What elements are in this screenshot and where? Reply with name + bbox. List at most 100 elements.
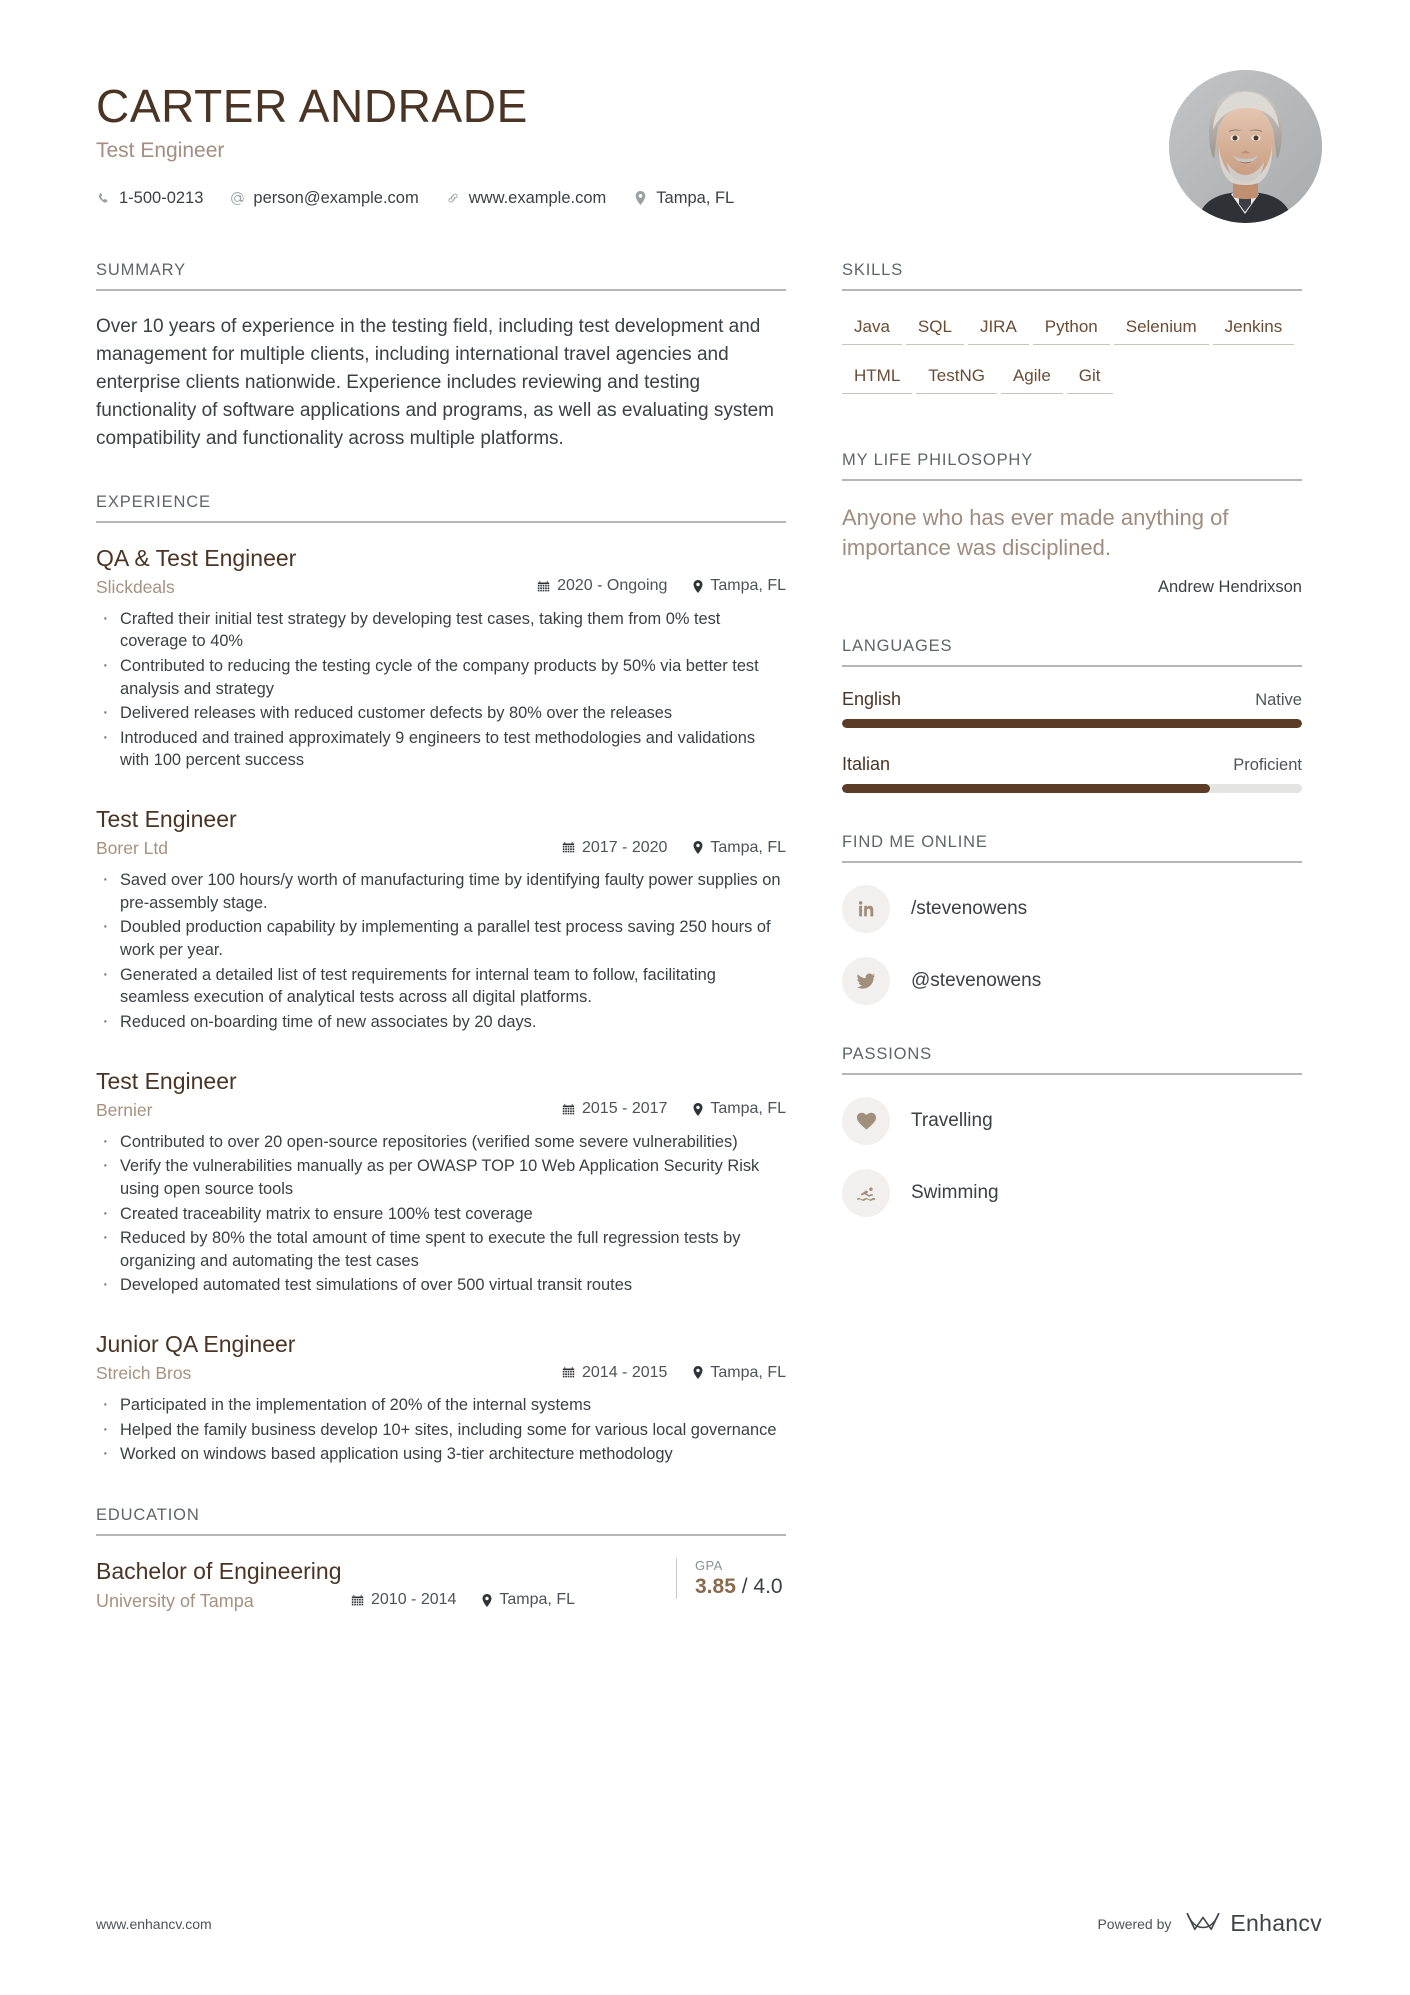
skills-section-title: SKILLS <box>842 261 1302 291</box>
skill-tag[interactable]: JIRA <box>967 313 1029 345</box>
location-pin-icon <box>693 1102 703 1116</box>
experience-bullet: Contributed to reducing the testing cycl… <box>96 652 786 700</box>
calendar-icon <box>537 580 550 593</box>
skill-tag[interactable]: Git <box>1066 362 1113 394</box>
education-meta: University of Tampa 2010 - 2014 Tampa, F… <box>96 1591 666 1612</box>
summary-text: Over 10 years of experience in the testi… <box>96 316 775 449</box>
experience-list: QA & Test Engineer Slickdeals 2020 - Ongoi… <box>96 545 786 1468</box>
experience-bullet: Generated a detailed list of test requir… <box>96 961 786 1009</box>
experience-role: Junior QA Engineer <box>96 1331 296 1358</box>
experience-location-value: Tampa, FL <box>710 577 786 595</box>
languages-section: LANGUAGES English Native Italian Proficient <box>842 637 1302 794</box>
contact-location: Tampa, FL <box>633 189 734 208</box>
experience-bullets: Crafted their initial test strategy by d… <box>96 605 786 772</box>
experience-bullets: Participated in the implementation of 20… <box>96 1391 786 1467</box>
education-degree: Bachelor of Engineering <box>96 1557 342 1584</box>
experience-company: Slickdeals <box>96 576 175 597</box>
header-left: CARTER ANDRADE Test Engineer 1-500-0213 … <box>96 70 734 208</box>
education-dates-value: 2010 - 2014 <box>371 1591 457 1609</box>
experience-location: Tampa, FL <box>693 1100 786 1118</box>
calendar-icon <box>562 1366 575 1379</box>
language-row: English Native <box>842 689 1302 710</box>
summary-section-title: SUMMARY <box>96 261 786 291</box>
language-row: Italian Proficient <box>842 754 1302 775</box>
swimmer-icon <box>842 1169 890 1218</box>
education-entry: Bachelor of Engineering University of Ta… <box>96 1557 786 1612</box>
skill-tag[interactable]: Python <box>1032 313 1110 345</box>
passions-list: Travelling Swimming <box>842 1097 1302 1218</box>
experience-dates: 2017 - 2020 <box>562 839 667 857</box>
philosophy-quote: Anyone who has ever made anything of imp… <box>842 505 1229 560</box>
experience-location: Tampa, FL <box>693 577 786 595</box>
social-handle: /stevenowens <box>911 898 1028 920</box>
experience-bullet: Worked on windows based application usin… <box>96 1440 786 1467</box>
experience-entry: Test Engineer Borer Ltd 2017 - 2020 Tampa, … <box>96 806 786 1035</box>
experience-bullet: Saved over 100 hours/y worth of manufact… <box>96 866 786 914</box>
summary-section: SUMMARY Over 10 years of experience in t… <box>96 261 786 453</box>
contact-email[interactable]: person@example.com <box>230 189 419 208</box>
find-me-online-section: FIND ME ONLINE /stevenowens @stevenowens <box>842 833 1302 1006</box>
phone-value: 1-500-0213 <box>119 188 204 207</box>
experience-bullet: Reduced on-boarding time of new associat… <box>96 1008 786 1035</box>
philosophy-section: MY LIFE PHILOSOPHY Anyone who has ever m… <box>842 451 1302 597</box>
education-dates: 2010 - 2014 <box>351 1591 456 1609</box>
experience-bullet: Reduced by 80% the total amount of time … <box>96 1224 786 1272</box>
social-link[interactable]: @stevenowens <box>842 957 1302 1006</box>
right-column: SKILLS Java SQL JIRA Python Selenium Jenkins H… <box>842 261 1302 1652</box>
skill-tag[interactable]: Java <box>842 313 902 345</box>
skills-list: Java SQL JIRA Python Selenium Jenkins HTML Test… <box>842 313 1302 411</box>
heart-icon <box>842 1097 890 1146</box>
experience-bullet: Introduced and trained approximately 9 e… <box>96 724 786 772</box>
social-list: /stevenowens @stevenowens <box>842 885 1302 1006</box>
experience-bullet: Verify the vulnerabilities manually as p… <box>96 1152 786 1200</box>
contact-website[interactable]: www.example.com <box>446 189 606 208</box>
skill-tag[interactable]: TestNG <box>916 362 997 394</box>
contact-phone[interactable]: 1-500-0213 <box>96 189 203 208</box>
experience-company: Streich Bros <box>96 1363 192 1384</box>
experience-dates-value: 2020 - Ongoing <box>557 577 668 595</box>
experience-bullet: Doubled production capability by impleme… <box>96 913 786 961</box>
calendar-icon <box>562 841 575 854</box>
experience-location: Tampa, FL <box>693 839 786 857</box>
powered-by-block: Powered by Enhancv <box>1097 1910 1322 1937</box>
enhancv-mark-icon <box>1185 1911 1221 1936</box>
footer-site-url[interactable]: www.enhancv.com <box>96 1916 212 1932</box>
languages-list: English Native Italian Proficient <box>842 689 1302 794</box>
location-pin-icon <box>693 579 703 593</box>
experience-company: Borer Ltd <box>96 838 168 859</box>
location-pin-icon <box>482 1593 492 1607</box>
experience-meta: Slickdeals 2020 - Ongoing Tampa, FL <box>96 577 786 598</box>
avatar-portrait <box>1169 70 1322 223</box>
experience-section: EXPERIENCE QA & Test Engineer Slickdeals 2… <box>96 493 786 1468</box>
experience-meta: Borer Ltd 2017 - 2020 Tampa, FL <box>96 838 786 859</box>
education-main: Bachelor of Engineering University of Ta… <box>96 1558 666 1612</box>
experience-entry: Junior QA Engineer Streich Bros 2014 - 201… <box>96 1331 786 1467</box>
resume-page: CARTER ANDRADE Test Engineer 1-500-0213 … <box>0 0 1410 1995</box>
language-progress-bar <box>842 784 1302 794</box>
education-section: EDUCATION Bachelor of Engineering Univer… <box>96 1506 786 1612</box>
skill-tag[interactable]: HTML <box>842 362 913 394</box>
experience-dates: 2014 - 2015 <box>562 1364 667 1382</box>
skill-tag[interactable]: Agile <box>1000 362 1063 394</box>
skills-section: SKILLS Java SQL JIRA Python Selenium Jenkins H… <box>842 261 1302 411</box>
skill-tag[interactable]: Jenkins <box>1212 313 1295 345</box>
experience-meta: Streich Bros 2014 - 2015 Tampa, FL <box>96 1363 786 1384</box>
language-progress-bar <box>842 719 1302 729</box>
linkedin-icon <box>842 885 890 934</box>
experience-dates: 2015 - 2017 <box>562 1100 667 1118</box>
social-link[interactable]: /stevenowens <box>842 885 1302 934</box>
experience-bullet: Participated in the implementation of 20… <box>96 1391 786 1418</box>
skill-tag[interactable]: Selenium <box>1113 313 1209 345</box>
experience-bullets: Contributed to over 20 open-source repos… <box>96 1128 786 1299</box>
experience-company: Bernier <box>96 1099 153 1120</box>
passions-section-title: PASSIONS <box>842 1045 1302 1076</box>
enhancv-wordmark: Enhancv <box>1230 1910 1322 1936</box>
language-entry: Italian Proficient <box>842 754 1302 794</box>
language-progress-fill <box>842 784 1210 794</box>
resume-header: CARTER ANDRADE Test Engineer 1-500-0213 … <box>0 0 1410 223</box>
passion-label: Travelling <box>911 1110 993 1132</box>
location-pin-icon <box>693 1366 703 1380</box>
content-columns: SUMMARY Over 10 years of experience in t… <box>0 261 1410 1652</box>
skill-tag[interactable]: SQL <box>905 313 964 345</box>
experience-section-title: EXPERIENCE <box>96 493 786 523</box>
